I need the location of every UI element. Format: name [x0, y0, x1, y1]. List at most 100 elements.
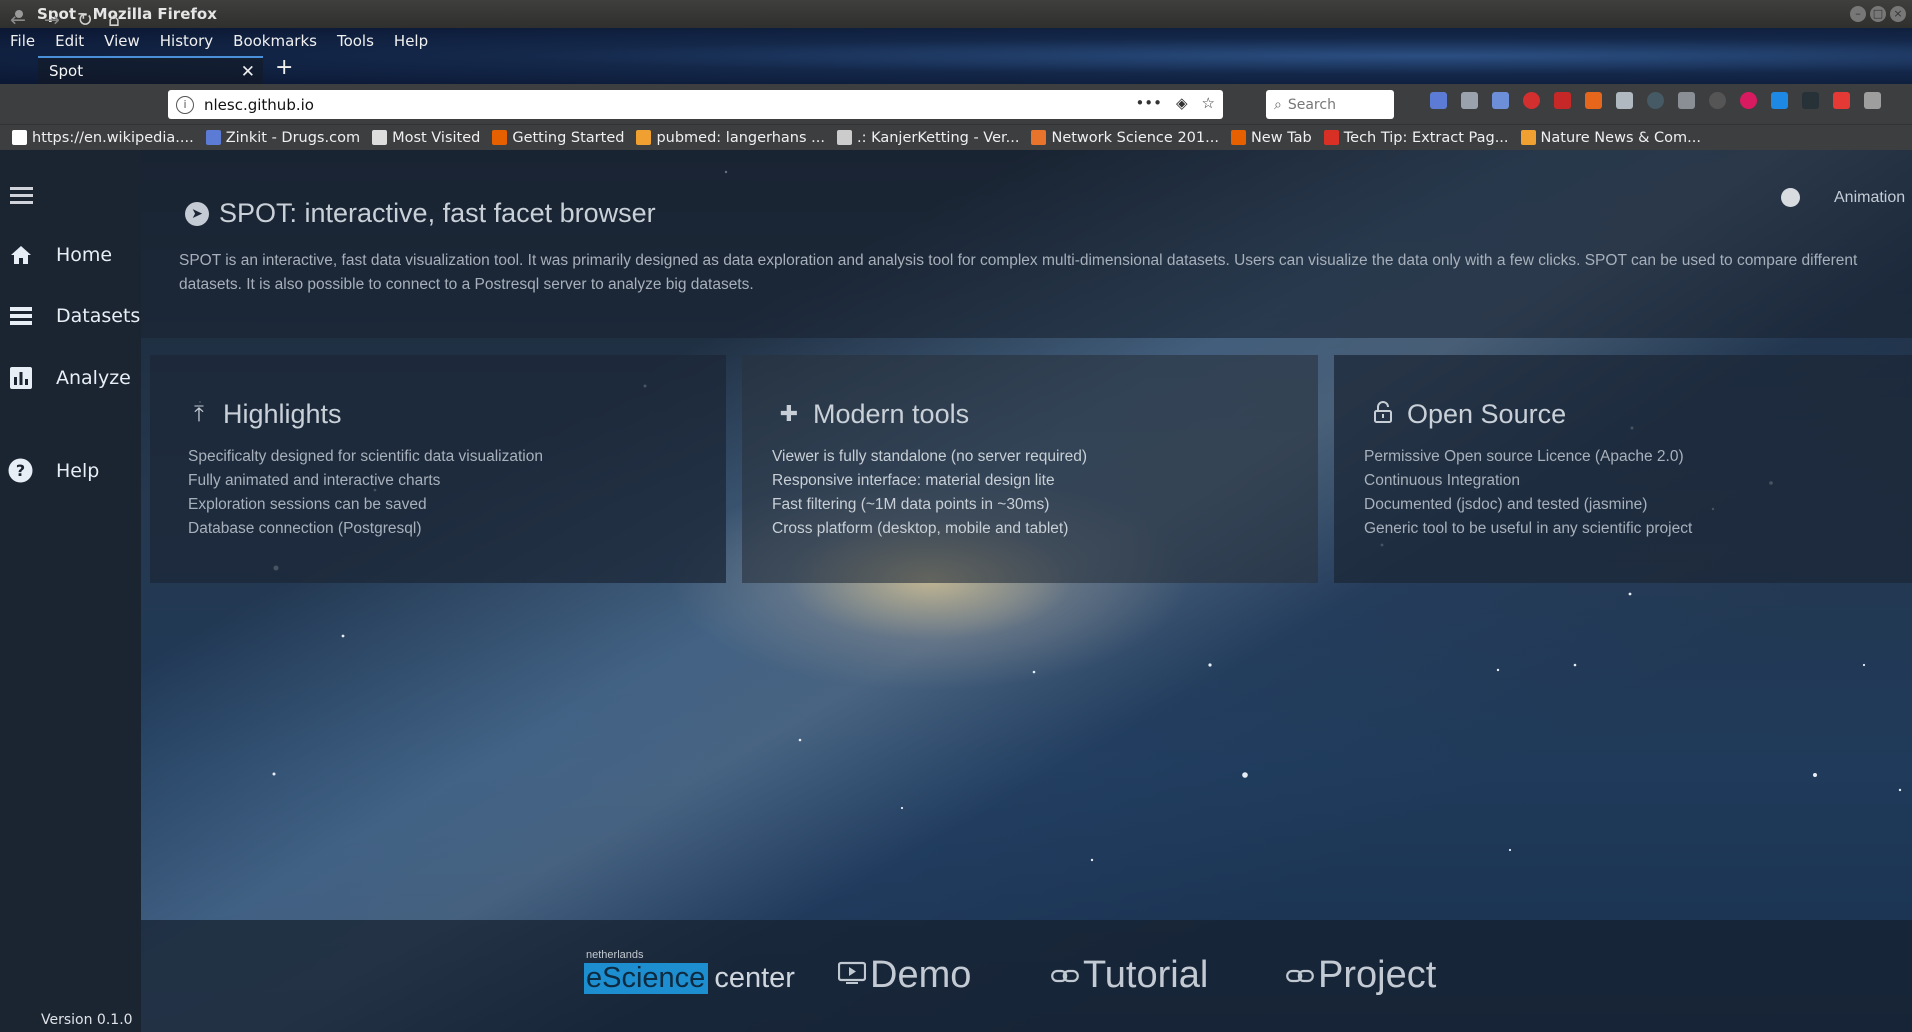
extension-icon-4[interactable] [1585, 92, 1602, 109]
hero-section: ➤ SPOT: interactive, fast facet browser … [141, 150, 1912, 338]
bookmark-item[interactable]: New Tab [1230, 130, 1312, 146]
extension-icon-3[interactable] [1554, 92, 1571, 109]
sidebar-item-label: Home [56, 243, 113, 266]
reload-icon[interactable]: ↻ [77, 9, 93, 31]
extension-icon-5[interactable] [1647, 92, 1664, 109]
toggle-knob[interactable] [1781, 188, 1800, 207]
list-item: Continuous Integration [1364, 472, 1520, 489]
bookmark-item[interactable]: Zinkit - Drugs.com [205, 130, 360, 146]
puzzle-icon: ✚ [779, 402, 799, 427]
bookmark-favicon-icon [837, 130, 852, 145]
bookmark-item[interactable]: Nature News & Com... [1520, 130, 1701, 146]
sidebar-item-analyze[interactable]: Analyze [8, 365, 131, 390]
bookmarks-toolbar: https://en.wikipedia.... Zinkit - Drugs.c… [0, 124, 1912, 150]
animation-toggle[interactable]: Animation [1781, 188, 1905, 207]
menubar: File Edit View History Bookmarks Tools H… [0, 28, 448, 54]
extension-icon-2[interactable] [1492, 92, 1509, 109]
help-icon: ? [8, 458, 33, 483]
extension-icon-6[interactable] [1709, 92, 1726, 109]
list-item: Responsive interface: material design li… [772, 472, 1055, 489]
list-item: Cross platform (desktop, mobile and tabl… [772, 520, 1069, 537]
menu-help[interactable]: Help [394, 32, 428, 50]
bookmark-favicon-icon [1031, 130, 1047, 145]
home-nav-icon[interactable]: ⌂ [108, 9, 120, 31]
bookmark-favicon-icon [636, 130, 652, 145]
extension-icon-8[interactable] [1771, 92, 1788, 109]
new-tab-button[interactable]: + [275, 55, 293, 80]
bookmark-label: https://en.wikipedia.... [32, 129, 194, 146]
bookmark-item[interactable]: Tech Tip: Extract Pag... [1323, 129, 1509, 146]
back-icon[interactable]: ← [10, 9, 26, 31]
extension-icon-1[interactable] [1430, 92, 1447, 109]
pocket-icon[interactable]: ◈ [1176, 94, 1188, 112]
bookmark-label: pubmed: langerhans ... [656, 129, 825, 146]
sidebar-item-label: Datasets [56, 304, 141, 327]
link-extension-icon[interactable] [1678, 92, 1695, 109]
logo-rest: center [714, 962, 795, 994]
window-titlebar: Spot - Mozilla Firefox – □ × [0, 0, 1912, 28]
bookmark-favicon-icon [492, 130, 508, 145]
forward-icon[interactable]: → [44, 9, 60, 31]
library-icon[interactable] [1461, 92, 1478, 109]
bookmark-label: Getting Started [512, 129, 625, 146]
window-controls: – □ × [1850, 6, 1906, 22]
bookmark-item[interactable]: Getting Started [492, 130, 624, 146]
menu-file[interactable]: File [10, 32, 35, 50]
escience-center-logo[interactable]: netherlands eScience center [584, 949, 795, 994]
sidebar-item-datasets[interactable]: Datasets [8, 303, 140, 328]
extension-icon-9[interactable] [1802, 92, 1819, 109]
list-item: Fully animated and interactive charts [188, 472, 441, 489]
tab-spot[interactable]: Spot ✕ [38, 56, 263, 84]
app-sidebar: Home Datasets Analyze ? Help Version 0.1… [0, 150, 141, 1032]
menu-tools[interactable]: Tools [337, 32, 374, 50]
sidebar-item-help[interactable]: ? Help [8, 458, 99, 483]
bookmark-star-icon[interactable]: ☆ [1202, 94, 1215, 112]
logo-small-text: netherlands [586, 949, 644, 961]
link-icon [1286, 961, 1314, 990]
search-field[interactable]: ⌕ Search [1266, 90, 1394, 119]
footer-link-project[interactable]: Project [1286, 954, 1436, 997]
sidebar-item-home[interactable]: Home [8, 242, 112, 267]
menu-edit[interactable]: Edit [55, 32, 84, 50]
card-header: Open Source [1372, 399, 1566, 430]
footer-link-tutorial[interactable]: Tutorial [1051, 954, 1208, 997]
card-header: ✚ Modern tools [778, 399, 969, 430]
bookmark-label: Tech Tip: Extract Pag... [1343, 129, 1509, 146]
footer-link-label: Project [1318, 954, 1437, 996]
bookmark-label: Most Visited [392, 129, 481, 146]
close-window-icon[interactable]: × [1890, 6, 1906, 22]
extension-icon-7[interactable] [1740, 92, 1757, 109]
logo-highlight: eScience [584, 963, 709, 994]
url-actions: ••• ◈ ☆ [1135, 94, 1215, 112]
url-text[interactable]: nlesc.github.io [204, 96, 314, 114]
tab-close-icon[interactable]: ✕ [241, 62, 255, 82]
version-label: Version 0.1.0 [41, 1012, 133, 1028]
minimize-icon[interactable]: – [1850, 6, 1866, 22]
list-item: Generic tool to be useful in any scienti… [1364, 520, 1693, 537]
bookmark-favicon-icon [1323, 130, 1339, 145]
hamburger-menu-icon[interactable] [10, 187, 33, 208]
menu-view[interactable]: View [104, 32, 140, 50]
bookmark-item[interactable]: .: KanjerKetting - Ver... [837, 130, 1019, 146]
maximize-icon[interactable]: □ [1870, 6, 1886, 22]
page-actions-icon[interactable]: ••• [1135, 94, 1162, 112]
sidebar-toggle-icon[interactable] [1616, 92, 1633, 109]
bookmark-label: Network Science 201... [1051, 129, 1219, 146]
download-icon[interactable] [1833, 92, 1850, 109]
footer: netherlands eScience center Demo Tutoria… [141, 920, 1912, 1032]
list-item: Documented (jsdoc) and tested (jasmine) [1364, 496, 1648, 513]
site-info-icon[interactable]: i [176, 95, 194, 114]
bookmark-item[interactable]: Network Science 201... [1031, 129, 1219, 146]
url-bar[interactable]: i nlesc.github.io ••• ◈ ☆ [168, 90, 1223, 119]
bookmark-item[interactable]: Most Visited [372, 130, 480, 146]
bookmark-item[interactable]: pubmed: langerhans ... [636, 130, 825, 146]
menu-bookmarks[interactable]: Bookmarks [233, 32, 317, 50]
overflow-menu-icon[interactable] [1864, 92, 1881, 109]
card-feature-list: Viewer is fully standalone (no server re… [772, 445, 1087, 541]
card-header: ⤒ Highlights [188, 399, 342, 430]
card-title: Highlights [223, 399, 342, 429]
menu-history[interactable]: History [160, 32, 213, 50]
footer-link-demo[interactable]: Demo [837, 954, 971, 997]
bookmark-item[interactable]: https://en.wikipedia.... [12, 130, 194, 146]
adblock-icon[interactable] [1523, 92, 1540, 109]
